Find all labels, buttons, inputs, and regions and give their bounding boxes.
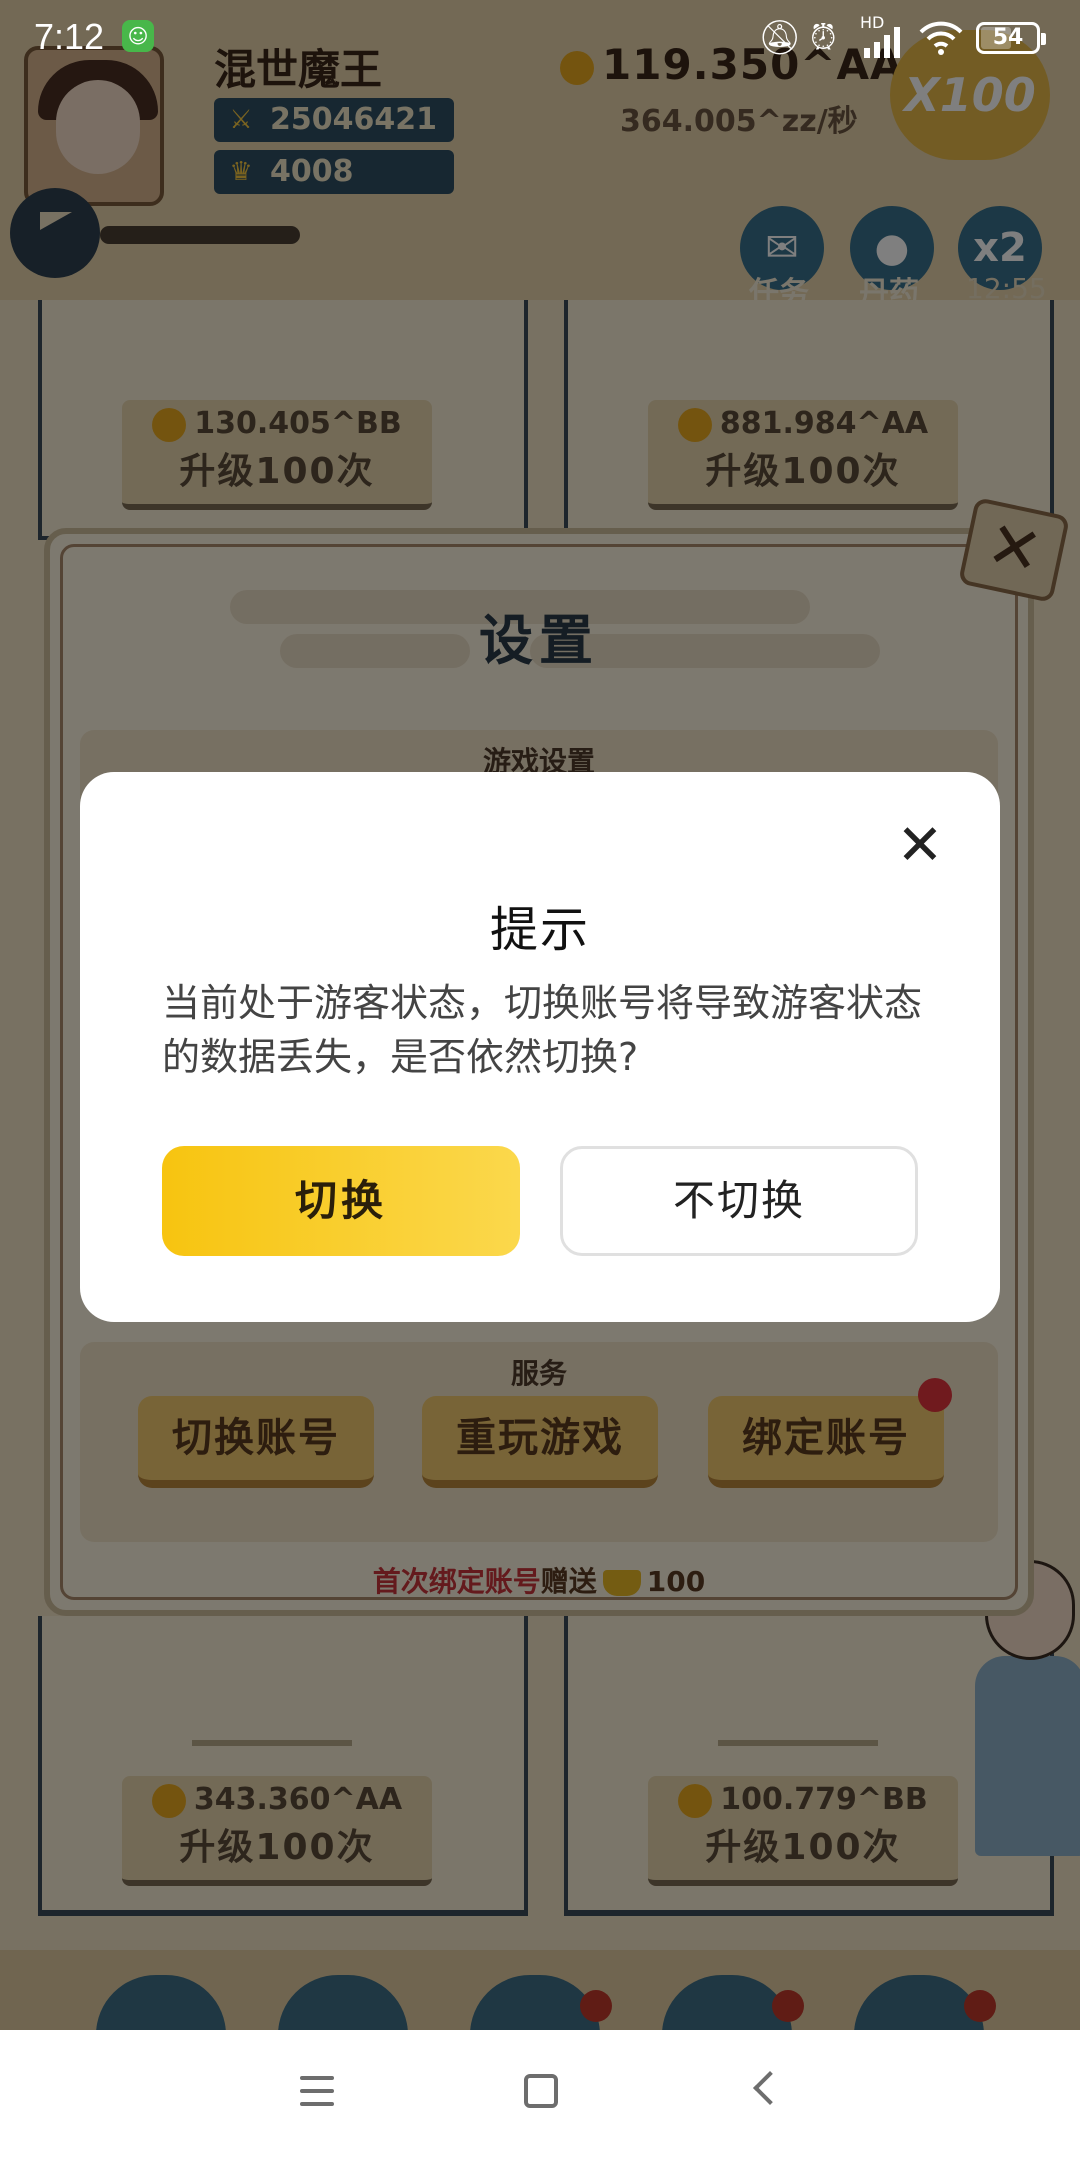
system-nav-bar — [0, 2030, 1080, 2160]
android-robot-icon: ☺ — [122, 20, 154, 52]
menu-icon[interactable] — [300, 2076, 334, 2106]
dialog-title: 提示 — [489, 902, 590, 958]
battery-fill — [981, 27, 1011, 49]
status-time: 7:12 — [34, 16, 105, 57]
back-icon[interactable] — [753, 2071, 787, 2105]
close-icon[interactable]: ✕ — [890, 818, 950, 878]
battery-icon: 54 — [976, 22, 1046, 54]
confirm-switch-button[interactable]: 切换 — [162, 1146, 520, 1256]
alarm-icon: ⏰︎ — [810, 18, 837, 58]
home-icon[interactable] — [524, 2074, 558, 2108]
wifi-icon — [918, 20, 964, 65]
cancel-switch-button[interactable]: 不切换 — [560, 1146, 918, 1256]
dialog-message: 当前处于游客状态，切换账号将导致游客状态的数据丢失，是否依然切换? — [162, 981, 923, 1079]
switch-account-dialog: ✕ 提示 当前处于游客状态，切换账号将导致游客状态的数据丢失，是否依然切换? 切… — [80, 772, 1000, 1322]
status-bar: 7:12 ☺ 🔕︎ ⏰︎ HD 54 — [0, 0, 1080, 76]
cell-signal-icon — [862, 24, 908, 67]
mute-bell-icon: 🔕︎ — [758, 18, 802, 58]
